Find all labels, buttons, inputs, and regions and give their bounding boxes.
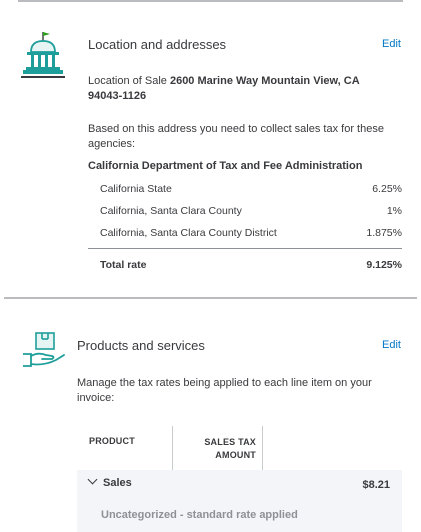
sale-address-line1: 2600 Marine Way Mountain View, CA [169,75,360,87]
uncategorized-row: Uncategorized - standard rate applied [101,509,298,521]
column-header-product[interactable]: PRODUCT [89,436,135,446]
chevron-down-icon [87,474,98,485]
column-separator [262,426,263,470]
sales-tax-header-line1: SALES TAX [204,437,256,447]
total-divider [88,248,402,249]
sales-group-toggle[interactable]: Sales [87,474,132,489]
sales-tax-header-line2: AMOUNT [215,450,256,460]
rate-row: California, Santa Clara County District … [100,227,402,241]
rate-row: California State 6.25% [100,183,402,197]
rate-value: 1% [386,205,402,217]
top-divider [18,0,403,2]
product-box-hand-icon [23,332,65,367]
total-rate-label: Total rate [100,259,147,271]
rate-value: 1.875% [366,227,402,239]
collection-info-line1: Based on this address you need to collec… [88,123,384,135]
location-section-title: Location and addresses [88,37,227,52]
collection-info-line2: agencies: [88,138,136,150]
products-edit-link[interactable]: Edit [382,339,401,351]
sale-address-line2: 94043-1126 [88,90,147,102]
government-building-icon [21,32,65,78]
products-description: Manage the tax rates being applied to ea… [77,376,402,406]
section-divider [4,297,417,299]
agency-name: California Department of Tax and Fee Adm… [88,160,363,172]
rate-name: California, Santa Clara County District [100,227,277,239]
sales-group-label: Sales [103,477,132,489]
products-description-line2: invoice: [77,392,115,404]
location-edit-link[interactable]: Edit [382,38,401,50]
collection-info: Based on this address you need to collec… [88,122,403,152]
location-of-sale: Location of Sale 2600 Marine Way Mountai… [88,74,388,104]
rate-value: 6.25% [372,183,402,195]
rate-row: California, Santa Clara County 1% [100,205,402,219]
column-header-sales-tax-amount[interactable]: SALES TAX AMOUNT [180,436,256,462]
sale-prefix: Location of Sale [88,75,167,87]
products-section-title: Products and services [77,338,205,353]
products-description-line1: Manage the tax rates being applied to ea… [77,377,372,389]
rate-name: California State [100,183,172,195]
sales-group-amount: $8.21 [362,479,390,491]
rate-name: California, Santa Clara County [100,205,242,217]
column-separator [172,426,173,470]
total-rate-row: Total rate 9.125% [100,259,402,273]
total-rate-value: 9.125% [366,259,402,271]
